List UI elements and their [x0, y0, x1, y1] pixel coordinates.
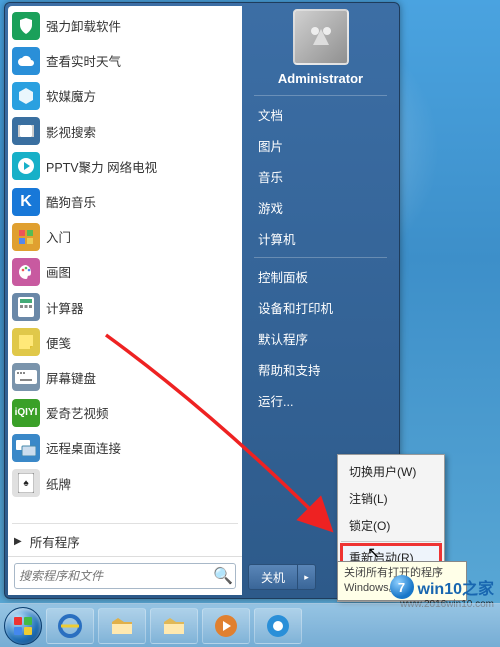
- app-item-5[interactable]: K酷狗音乐: [8, 184, 242, 219]
- start-left-panel: 强力卸载软件查看实时天气软媒魔方影视搜索 PPTV聚力 网络电视 K酷狗音乐入门画图…: [8, 6, 242, 595]
- app-label: 影视搜索: [46, 122, 96, 141]
- app-item-13[interactable]: ♠ 纸牌: [8, 465, 242, 500]
- right-item[interactable]: 默认程序: [246, 323, 395, 354]
- app-item-4[interactable]: PPTV聚力 网络电视: [8, 149, 242, 184]
- app-label: 爱奇艺视频: [46, 403, 109, 422]
- right-item[interactable]: 计算机: [246, 223, 395, 254]
- app-label: PPTV聚力 网络电视: [46, 157, 157, 176]
- app-label: 屏幕键盘: [46, 368, 96, 387]
- user-avatar[interactable]: [293, 9, 349, 65]
- flyout-item[interactable]: 切换用户(W): [341, 458, 441, 485]
- app-label: 计算器: [46, 298, 84, 317]
- shutdown-options-arrow[interactable]: ▸: [298, 564, 316, 590]
- app-label: 软媒魔方: [46, 86, 96, 105]
- right-item[interactable]: 设备和打印机: [246, 292, 395, 323]
- right-item[interactable]: 控制面板: [246, 261, 395, 292]
- app-label: 强力卸载软件: [46, 16, 121, 35]
- app-item-3[interactable]: 影视搜索: [8, 114, 242, 149]
- taskbar-item-app-blue[interactable]: [254, 608, 302, 644]
- app-label: 入门: [46, 227, 71, 246]
- app-item-6[interactable]: 入门: [8, 219, 242, 254]
- right-item[interactable]: 音乐: [246, 161, 395, 192]
- watermark: 7 win10之家 www.2016win10.com: [390, 575, 494, 599]
- app-label: 纸牌: [46, 474, 71, 493]
- app-item-0[interactable]: 强力卸载软件: [8, 8, 242, 43]
- right-item[interactable]: 帮助和支持: [246, 354, 395, 385]
- all-programs[interactable]: ▶ 所有程序: [8, 526, 242, 556]
- app-item-11[interactable]: iQIYI爱奇艺视频: [8, 395, 242, 430]
- app-label: 酷狗音乐: [46, 192, 96, 211]
- start-button[interactable]: [4, 607, 42, 645]
- pinned-apps-list: 强力卸载软件查看实时天气软媒魔方影视搜索 PPTV聚力 网络电视 K酷狗音乐入门画图…: [8, 6, 242, 521]
- taskbar-item-ie[interactable]: [46, 608, 94, 644]
- svg-text:♠: ♠: [23, 478, 29, 489]
- right-item[interactable]: 图片: [246, 130, 395, 161]
- app-item-7[interactable]: 画图: [8, 254, 242, 289]
- chevron-right-icon: ▸: [304, 572, 309, 583]
- all-programs-label: 所有程序: [30, 532, 80, 551]
- app-label: 查看实时天气: [46, 51, 121, 70]
- app-item-2[interactable]: 软媒魔方: [8, 78, 242, 113]
- app-item-9[interactable]: 便笺: [8, 325, 242, 360]
- right-item[interactable]: 文档: [246, 99, 395, 130]
- watermark-logo-icon: 7: [390, 575, 414, 599]
- app-item-12[interactable]: 远程桌面连接: [8, 430, 242, 465]
- right-item[interactable]: 运行...: [246, 385, 395, 416]
- app-label: 画图: [46, 262, 71, 281]
- flyout-item[interactable]: 注销(L): [341, 485, 441, 512]
- flyout-item[interactable]: 锁定(O): [341, 512, 441, 539]
- shutdown-label: 关机: [261, 569, 285, 586]
- search-input[interactable]: [19, 569, 213, 583]
- search-icon: 🔍: [213, 566, 231, 586]
- app-item-1[interactable]: 查看实时天气: [8, 43, 242, 78]
- watermark-text: win10之家: [418, 575, 494, 599]
- app-label: 远程桌面连接: [46, 438, 121, 457]
- search-box[interactable]: 🔍: [14, 563, 236, 589]
- taskbar-item-explorer[interactable]: [150, 608, 198, 644]
- app-item-10[interactable]: 屏幕键盘: [8, 360, 242, 395]
- app-item-8[interactable]: 计算器: [8, 290, 242, 325]
- username-label: Administrator: [246, 71, 395, 86]
- taskbar-item-mediaplayer[interactable]: [202, 608, 250, 644]
- chevron-right-icon: ▶: [14, 536, 22, 547]
- right-item[interactable]: 游戏: [246, 192, 395, 223]
- taskbar-item-libraries[interactable]: [98, 608, 146, 644]
- taskbar: [0, 603, 500, 647]
- shutdown-button[interactable]: 关机: [248, 564, 298, 590]
- app-label: 便笺: [46, 333, 71, 352]
